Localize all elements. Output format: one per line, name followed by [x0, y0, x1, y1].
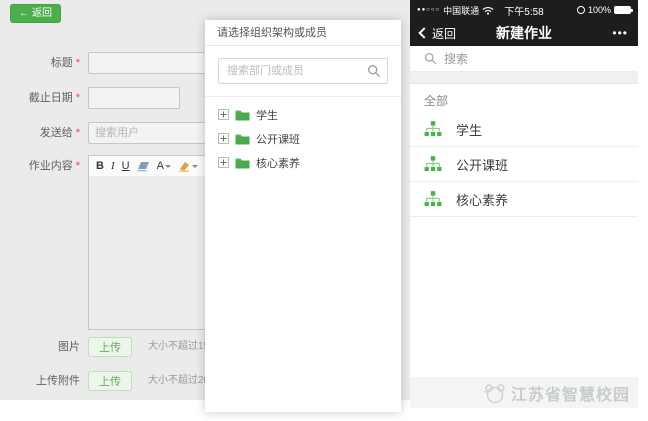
font-color-button[interactable]: A [157, 158, 171, 174]
section-header-all: 全部 [424, 94, 449, 108]
tree-item-students[interactable]: 学生 [218, 105, 388, 124]
watermark-band: 江苏省智慧校园 [410, 377, 638, 408]
highlight-button[interactable] [178, 158, 198, 174]
required-asterisk: * [75, 127, 80, 139]
modal-search-box [218, 58, 388, 84]
expand-plus-icon[interactable] [218, 109, 229, 120]
deadline-label-text: 截止日期 [28, 92, 73, 104]
org-tree: 学生 公开课班 核心素养 [218, 105, 388, 172]
list-item-label: 公开课班 [456, 157, 509, 173]
org-chart-icon [424, 156, 442, 172]
modal-search-input[interactable] [218, 58, 388, 84]
back-button-label: 返回 [32, 8, 52, 19]
phone-search-placeholder: 搜索 [444, 52, 469, 66]
tree-item-label: 学生 [256, 109, 278, 122]
list-item-label: 学生 [456, 122, 483, 138]
font-color-letter: A [156, 160, 164, 172]
attachment-label-text: 上传附件 [36, 375, 80, 387]
divider [205, 96, 401, 97]
italic-button[interactable]: I [111, 158, 115, 174]
tree-item-open-class[interactable]: 公开课班 [218, 129, 388, 148]
title-label-text: 标题 [50, 57, 73, 69]
back-arrow-icon: ← [19, 8, 29, 19]
required-asterisk: * [75, 57, 80, 69]
battery-percent-label: 100% [587, 5, 611, 15]
required-asterisk: * [75, 92, 80, 104]
folder-icon [235, 134, 250, 144]
list-item-open-class[interactable]: 公开课班 [410, 147, 638, 182]
bold-button[interactable]: B [96, 158, 104, 174]
chevron-down-icon [164, 164, 171, 171]
screenshot-root: ← 返回 标题* 截止日期* 发送给* 作业内容* B I U [0, 0, 648, 421]
mobile-screenshot: ●●○○○ 中国联通 下午5:58 100% 返回 新建作业 ••• 搜索 全部… [410, 0, 638, 408]
image-label-text: 图片 [58, 341, 80, 353]
mascot-logo-icon [483, 383, 505, 403]
send-to-label-text: 发送给 [39, 127, 73, 139]
eraser-icon [137, 161, 149, 171]
content-label: 作业内容 * [0, 155, 80, 177]
modal-body: 学生 公开课班 核心素养 [205, 46, 401, 172]
phone-page-title: 新建作业 [496, 25, 552, 41]
modal-title: 请选择组织架构或成员 [205, 20, 401, 46]
folder-icon [235, 158, 250, 168]
content-label-text: 作业内容 [28, 160, 73, 172]
image-upload-button[interactable]: 上传 [88, 337, 132, 357]
more-menu-button[interactable]: ••• [612, 26, 628, 40]
search-icon [424, 52, 437, 65]
list-group-separator [410, 72, 638, 84]
phone-nav-bar: 返回 新建作业 ••• [410, 20, 638, 46]
list-item-students[interactable]: 学生 [410, 112, 638, 147]
alarm-icon [576, 6, 585, 14]
image-label: 图片 [0, 337, 80, 357]
send-to-label: 发送给 * [0, 122, 80, 144]
status-right: 100% [576, 5, 633, 15]
folder-icon [235, 110, 250, 120]
battery-icon [614, 6, 633, 14]
attachment-upload-button[interactable]: 上传 [88, 371, 132, 391]
deadline-label: 截止日期 * [0, 87, 80, 109]
expand-plus-icon[interactable] [218, 157, 229, 168]
status-bar: ●●○○○ 中国联通 下午5:58 100% [410, 0, 638, 20]
org-chart-icon [424, 191, 442, 207]
eraser-button[interactable] [137, 158, 150, 174]
back-button[interactable]: ← 返回 [10, 4, 61, 23]
attachment-label: 上传附件 [0, 371, 80, 391]
tree-item-core-literacy[interactable]: 核心素养 [218, 153, 388, 172]
org-member-picker-modal: 请选择组织架构或成员 学生 公开课班 [205, 20, 401, 412]
org-chart-icon [424, 121, 442, 137]
list-item-core-literacy[interactable]: 核心素养 [410, 182, 638, 217]
deadline-input[interactable] [88, 87, 180, 109]
search-icon [368, 65, 381, 78]
tree-item-label: 核心素养 [256, 157, 300, 170]
highlighter-icon [178, 161, 189, 172]
phone-org-list: 学生 公开课班 核心素养 [410, 112, 638, 217]
title-label: 标题 * [0, 52, 80, 74]
list-item-label: 核心素养 [456, 192, 509, 208]
expand-plus-icon[interactable] [218, 133, 229, 144]
underline-button[interactable]: U [122, 158, 130, 174]
tree-item-label: 公开课班 [256, 133, 300, 146]
required-asterisk: * [75, 160, 80, 172]
phone-search-bar[interactable]: 搜索 [410, 46, 638, 72]
watermark-text: 江苏省智慧校园 [510, 386, 630, 404]
chevron-down-icon [191, 164, 198, 171]
